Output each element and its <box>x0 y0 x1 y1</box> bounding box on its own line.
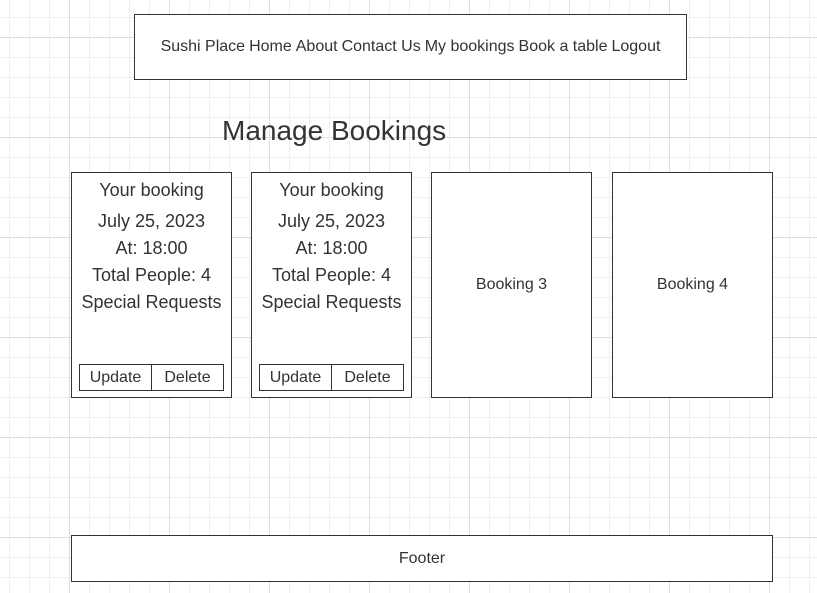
page-title: Manage Bookings <box>222 115 447 146</box>
brand-link[interactable]: Sushi Place <box>161 38 246 56</box>
booking-heading: Your booking <box>279 180 384 200</box>
nav-link-book-table[interactable]: Book a table <box>519 38 608 56</box>
nav-link-logout[interactable]: Logout <box>611 38 660 56</box>
booking-time: At: 18:00 <box>115 238 188 258</box>
page-footer: Footer <box>71 535 773 582</box>
booking-people: Total People: 4 <box>271 265 392 285</box>
booking-card-3: Booking 3 <box>431 172 592 398</box>
booking-heading: Your booking <box>99 180 204 200</box>
booking-special-requests: Special Requests <box>261 292 402 312</box>
top-navigation: Sushi Place Home About Contact Us My boo… <box>134 14 687 80</box>
booking-card-1: Your booking July 25, 2023 At: 18:00 Tot… <box>71 172 232 398</box>
update-button[interactable]: Update <box>80 365 151 390</box>
delete-button[interactable]: Delete <box>331 365 403 390</box>
nav-link-contact[interactable]: Contact Us <box>342 38 421 56</box>
update-button[interactable]: Update <box>260 365 331 390</box>
booking-date: July 25, 2023 <box>277 211 386 231</box>
booking-actions: Update Delete <box>79 364 224 391</box>
booking-people: Total People: 4 <box>91 265 212 285</box>
booking-special-requests: Special Requests <box>81 292 222 312</box>
booking-card-4: Booking 4 <box>612 172 773 398</box>
booking-card-2: Your booking July 25, 2023 At: 18:00 Tot… <box>251 172 412 398</box>
nav-link-home[interactable]: Home <box>249 38 292 56</box>
booking-date: July 25, 2023 <box>97 211 206 231</box>
nav-link-my-bookings[interactable]: My bookings <box>425 38 515 56</box>
delete-button[interactable]: Delete <box>151 365 223 390</box>
booking-actions: Update Delete <box>259 364 404 391</box>
nav-link-about[interactable]: About <box>296 38 338 56</box>
booking-time: At: 18:00 <box>295 238 368 258</box>
